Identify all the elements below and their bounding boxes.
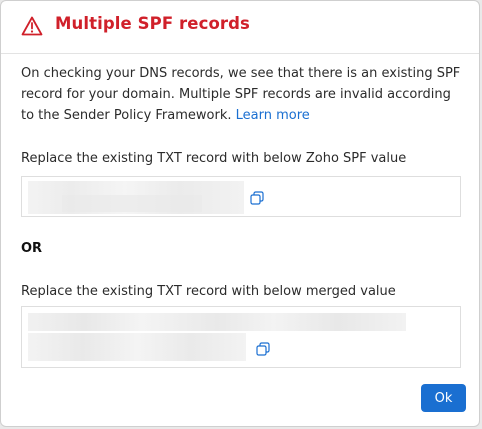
dialog-header: Multiple SPF records	[1, 1, 479, 54]
or-separator: OR	[21, 241, 43, 256]
redacted-value	[28, 313, 406, 331]
dialog-description: On checking your DNS records, we see tha…	[21, 63, 466, 126]
copy-icon[interactable]	[250, 191, 264, 205]
redacted-value-2	[62, 195, 202, 212]
warning-triangle-icon	[21, 16, 43, 36]
zoho-spf-label: Replace the existing TXT record with bel…	[21, 151, 407, 166]
redacted-value-2	[28, 333, 246, 361]
ok-button[interactable]: Ok	[421, 384, 466, 412]
spf-dialog: Multiple SPF records On checking your DN…	[0, 0, 480, 427]
learn-more-link[interactable]: Learn more	[236, 108, 310, 123]
merged-value-label: Replace the existing TXT record with bel…	[21, 284, 396, 299]
zoho-spf-value-box	[21, 176, 461, 217]
copy-icon[interactable]	[256, 342, 270, 356]
merged-value-box	[21, 306, 461, 368]
dialog-title: Multiple SPF records	[55, 14, 250, 33]
